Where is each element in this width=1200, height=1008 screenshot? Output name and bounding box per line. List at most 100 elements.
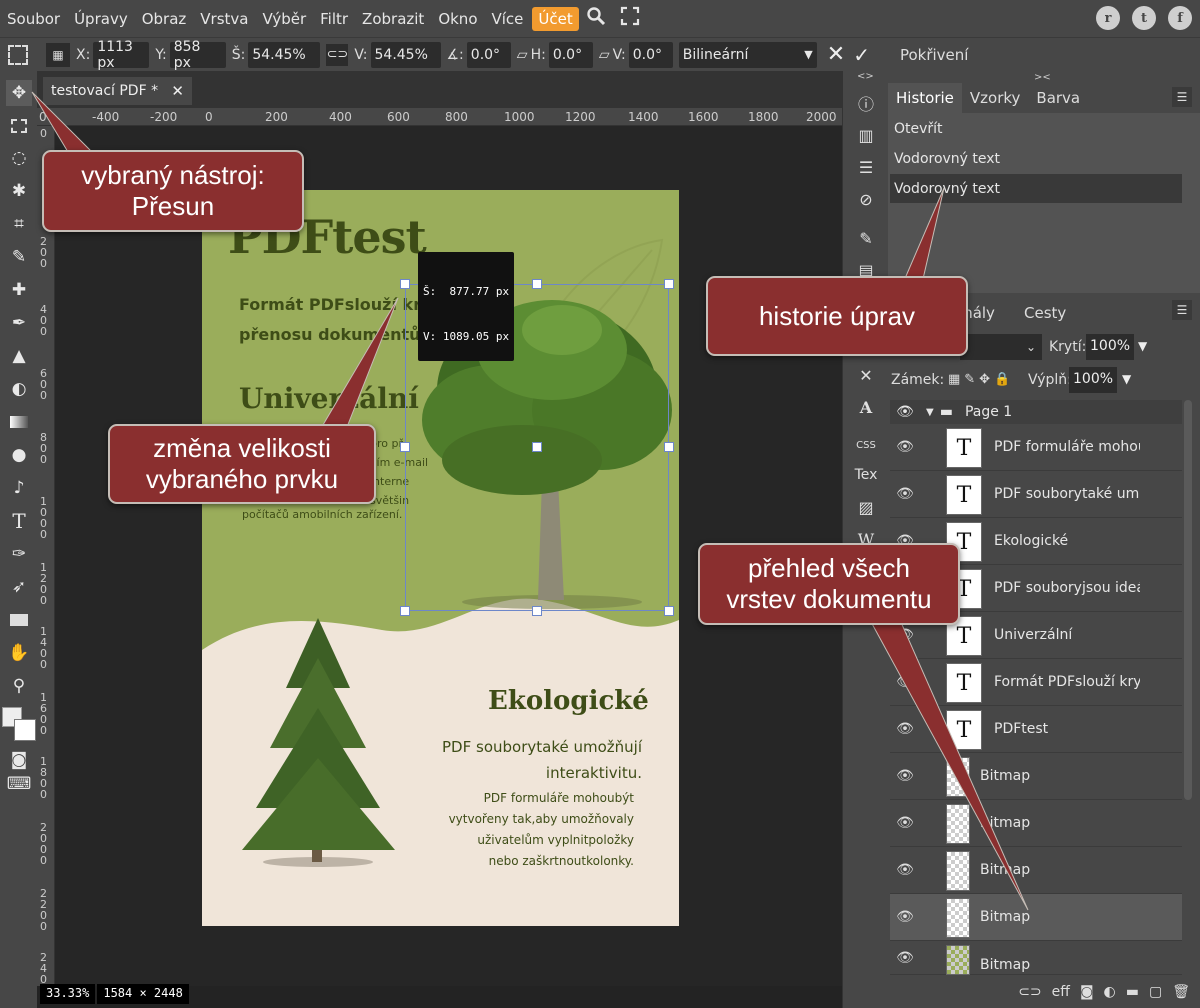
collapse-arrows-icon[interactable]: <> <box>857 71 874 82</box>
y-input[interactable]: 858 px <box>169 39 226 71</box>
brush-settings-icon[interactable]: ✎ <box>851 224 881 252</box>
transform-handle[interactable] <box>532 606 542 616</box>
menu-okno[interactable]: Okno <box>431 10 484 28</box>
history-item[interactable]: Vodorovný text <box>890 144 1182 173</box>
menu-vrstva[interactable]: Vrstva <box>193 10 255 28</box>
delete-layer-icon[interactable]: 🗑 <box>1172 984 1190 1000</box>
account-button[interactable]: Účet <box>532 6 579 31</box>
eye-icon[interactable]: 👁 <box>890 404 920 420</box>
stamp-icon[interactable]: ▲ <box>6 343 32 369</box>
eye-icon[interactable]: 👁 <box>890 486 920 502</box>
text-tool-icon[interactable]: T <box>6 508 32 534</box>
crop-tool-icon[interactable]: ⌗ <box>6 211 32 237</box>
move-tool-icon[interactable]: ✥ <box>6 80 32 106</box>
layer-row[interactable]: 👁 T PDF formuláře mohou <box>890 424 1182 471</box>
layer-row[interactable]: 👁 T Formát PDFslouží kryc <box>890 659 1182 706</box>
blur-icon[interactable]: ● <box>6 442 32 468</box>
css-button[interactable]: CSS <box>851 431 881 459</box>
layer-row[interactable]: 👁 T PDFtest <box>890 706 1182 753</box>
history-menu-icon[interactable]: ☰ <box>1172 87 1192 107</box>
eye-icon[interactable]: 👁 <box>890 950 920 966</box>
histogram-icon[interactable]: ▥ <box>851 121 881 149</box>
tex-button[interactable]: Tex <box>851 461 881 489</box>
adjustments-icon[interactable]: ☰ <box>851 153 881 181</box>
close-tab-icon[interactable]: ✕ <box>171 82 184 100</box>
menu-filtr[interactable]: Filtr <box>313 10 355 28</box>
transform-handle[interactable] <box>664 442 674 452</box>
adjustment-layer-icon[interactable]: ◐ <box>1104 984 1116 1000</box>
transform-handle[interactable] <box>532 442 542 452</box>
menu-soubor[interactable]: Soubor <box>0 10 67 28</box>
character-icon[interactable]: A <box>851 393 881 421</box>
transform-handle[interactable] <box>532 279 542 289</box>
healing-brush-icon[interactable]: ✚ <box>6 277 32 303</box>
layer-row[interactable]: 👁 T PDF souborytaké umo <box>890 471 1182 518</box>
layer-group-row[interactable]: 👁 ▼ ▬ Page 1 <box>890 400 1182 424</box>
reference-point-icon[interactable]: ▦ <box>46 42 70 67</box>
eye-icon[interactable]: 👁 <box>890 439 920 455</box>
twitter-icon[interactable]: t <box>1132 6 1156 30</box>
skew-h-input[interactable]: 0.0° <box>548 41 593 68</box>
menu-upravy[interactable]: Úpravy <box>67 10 135 28</box>
transform-handle[interactable] <box>664 606 674 616</box>
search-icon[interactable] <box>579 6 613 31</box>
brush-icon[interactable]: ✒ <box>6 310 32 336</box>
history-item[interactable]: Vodorovný text <box>890 174 1182 203</box>
layers-scrollbar[interactable] <box>1184 400 1192 800</box>
hand-tool-icon[interactable]: ✋ <box>6 640 32 666</box>
layer-row[interactable]: 👁 Bitmap <box>890 941 1182 975</box>
cancel-icon[interactable]: ✕ <box>827 42 845 67</box>
lock-icons[interactable]: ▦✎✥🔒 <box>948 372 1014 387</box>
tab-swatches[interactable]: Vzorky <box>962 83 1029 113</box>
eye-icon[interactable]: 👁 <box>890 627 920 643</box>
layers-menu-icon[interactable]: ☰ <box>1172 300 1192 320</box>
layer-row-selected[interactable]: 👁 Bitmap <box>890 894 1182 941</box>
skew-v-input[interactable]: 0.0° <box>628 41 673 68</box>
tab-history[interactable]: Historie <box>888 83 962 113</box>
tool-presets-icon[interactable]: ✕ <box>851 361 881 389</box>
tab-color[interactable]: Barva <box>1028 83 1088 113</box>
width-input[interactable]: 54.45% <box>248 41 321 68</box>
menu-zobrazit[interactable]: Zobrazit <box>355 10 431 28</box>
transform-handle[interactable] <box>400 442 410 452</box>
blend-mode-select[interactable]: ⌄ <box>960 334 1042 360</box>
dodge-icon[interactable]: ♪ <box>6 475 32 501</box>
lasso-tool-icon[interactable]: ◌ <box>6 145 32 171</box>
menu-obraz[interactable]: Obraz <box>135 10 194 28</box>
zoom-level[interactable]: 33.33% <box>40 984 96 1004</box>
mask-icon[interactable]: ◙ <box>1080 984 1094 1000</box>
eye-icon[interactable]: 👁 <box>890 768 920 784</box>
magic-wand-icon[interactable]: ✱ <box>6 178 32 204</box>
reddit-icon[interactable]: r <box>1096 6 1120 30</box>
facebook-icon[interactable]: f <box>1168 6 1192 30</box>
shape-tool-icon[interactable] <box>6 607 32 633</box>
new-layer-icon[interactable]: ▢ <box>1149 984 1162 1000</box>
eye-icon[interactable]: 👁 <box>890 721 920 737</box>
transform-handle[interactable] <box>400 606 410 616</box>
transform-handle[interactable] <box>400 279 410 289</box>
history-item[interactable]: Otevřít <box>890 114 1182 143</box>
tab-paths[interactable]: Cesty <box>1024 304 1066 322</box>
interpolation-select[interactable]: Bilineární ▼ <box>678 41 817 68</box>
marquee-tool-icon[interactable] <box>6 113 32 139</box>
fill-dropdown-icon[interactable]: ▼ <box>1122 372 1131 386</box>
eye-icon[interactable]: 👁 <box>890 815 920 831</box>
eye-icon[interactable]: 👁 <box>890 909 920 925</box>
eyedropper-icon[interactable]: ✎ <box>6 244 32 270</box>
gradient-icon[interactable] <box>6 409 32 435</box>
document-tab[interactable]: testovací PDF * ✕ <box>43 77 192 105</box>
expand-arrow-icon[interactable]: ▼ <box>926 407 934 418</box>
layer-row[interactable]: 👁 Bitmap <box>890 753 1182 800</box>
info-icon[interactable]: ⓘ <box>851 89 881 117</box>
confirm-icon[interactable]: ✓ <box>853 43 870 67</box>
background-color-swatch[interactable] <box>14 719 36 741</box>
menu-vyber[interactable]: Výběr <box>255 10 313 28</box>
transform-handle[interactable] <box>664 279 674 289</box>
link-layers-icon[interactable]: ⊂⊃ <box>1018 984 1041 1000</box>
eye-icon[interactable]: 👁 <box>890 674 920 690</box>
path-select-icon[interactable]: ➶ <box>6 574 32 600</box>
panel-collapse-icon[interactable]: >< <box>1034 72 1051 83</box>
eye-icon[interactable]: 👁 <box>890 862 920 878</box>
x-input[interactable]: 1113 px <box>93 39 150 71</box>
menu-vice[interactable]: Více <box>485 10 531 28</box>
